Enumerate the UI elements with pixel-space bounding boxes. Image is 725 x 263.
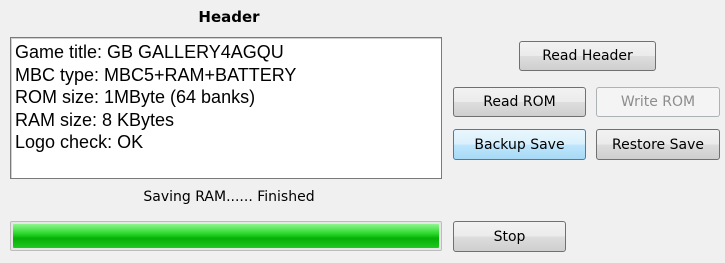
backup-save-button[interactable]: Backup Save (453, 129, 586, 160)
mbc-type-line: MBC type: MBC5+RAM+BATTERY (15, 64, 297, 85)
progress-bar-fill (13, 224, 439, 248)
rom-size-line: ROM size: 1MByte (64 banks) (15, 87, 256, 107)
read-rom-button[interactable]: Read ROM (453, 87, 586, 117)
read-header-button[interactable]: Read Header (519, 41, 656, 71)
header-title: Header (198, 8, 260, 26)
restore-save-button[interactable]: Restore Save (596, 129, 720, 160)
write-rom-button[interactable]: Write ROM (596, 87, 720, 117)
status-text: Saving RAM...... Finished (143, 189, 315, 205)
logo-check-line: Logo check: OK (15, 132, 144, 152)
header-info-box: Game title: GB GALLERY4AGQU MBC type: MB… (10, 37, 442, 179)
progress-bar (10, 221, 442, 251)
stop-button[interactable]: Stop (453, 221, 566, 252)
ram-size-line: RAM size: 8 KBytes (15, 109, 175, 130)
game-title-line: Game title: GB GALLERY4AGQU (15, 42, 284, 62)
